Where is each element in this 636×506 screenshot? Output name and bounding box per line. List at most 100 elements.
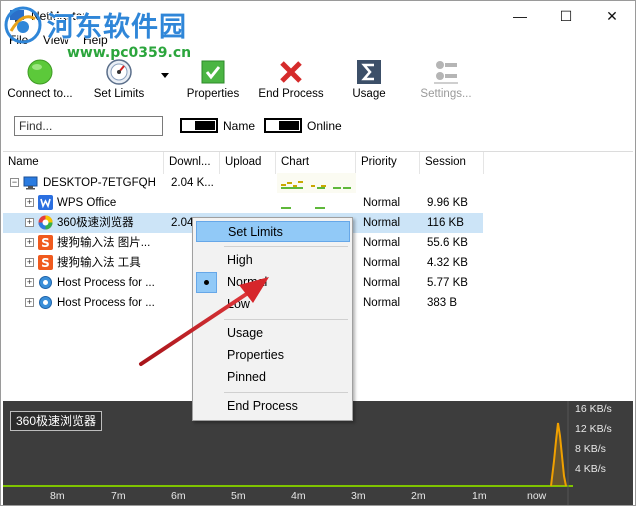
row-session: 55.6 KB — [427, 237, 468, 249]
maximize-button[interactable]: ☐ — [543, 1, 589, 31]
context-menu-separator — [224, 246, 348, 247]
expand-toggle[interactable]: + — [25, 298, 34, 307]
graph-x-tick: 3m — [351, 490, 366, 502]
row-download: 2.04 K... — [171, 177, 214, 189]
usage-button[interactable]: Usage — [349, 55, 389, 101]
graph-y-tick: 16 KB/s — [575, 403, 612, 415]
graph-x-tick: 6m — [171, 490, 186, 502]
expand-toggle[interactable]: + — [25, 218, 34, 227]
connect-icon — [27, 59, 53, 85]
row-session: 4.32 KB — [427, 257, 468, 269]
graph-x-tick: 8m — [50, 490, 65, 502]
gauge-icon — [106, 59, 132, 85]
set-limits-label: Set Limits — [93, 88, 145, 100]
app-window: NetMaster — ☐ ✕ File View Help 河东软件园 www… — [0, 0, 636, 506]
context-menu: Set Limits High Normal Low Usage Propert… — [192, 217, 353, 421]
settings-button[interactable]: Settings... — [417, 55, 475, 101]
expand-toggle[interactable]: + — [25, 258, 34, 267]
graph-x-tick: 1m — [472, 490, 487, 502]
graph-y-tick: 4 KB/s — [575, 463, 606, 475]
column-header-name[interactable]: Name — [3, 152, 164, 174]
red-x-icon — [280, 61, 302, 83]
gear-icon — [39, 276, 52, 289]
context-menu-properties[interactable]: Properties — [196, 345, 350, 366]
name-toggle-label: Name — [223, 119, 256, 133]
row-session: 9.96 KB — [427, 197, 468, 209]
minimize-button[interactable]: — — [497, 1, 543, 31]
context-menu-end-process[interactable]: End Process — [196, 396, 350, 417]
connect-button[interactable]: Connect to... — [6, 55, 74, 101]
column-header-priority[interactable]: Priority — [356, 152, 420, 174]
row-name: Host Process for ... — [57, 277, 155, 289]
svg-text:S: S — [41, 256, 50, 270]
row-priority: Normal — [363, 297, 401, 309]
wps-icon — [38, 195, 53, 210]
table-row[interactable]: + WPS Office Normal 9.96 KB — [3, 193, 483, 213]
column-header-session[interactable]: Session — [420, 152, 484, 174]
expand-toggle[interactable]: + — [25, 198, 34, 207]
computer-icon — [23, 176, 38, 190]
graph-x-tick: now — [527, 490, 547, 502]
row-session: 383 B — [427, 297, 458, 309]
graph-x-tick: 4m — [291, 490, 306, 502]
close-button[interactable]: ✕ — [589, 1, 635, 31]
row-session: 5.77 KB — [427, 277, 468, 289]
column-header-download[interactable]: Downl... — [164, 152, 220, 174]
expand-toggle[interactable]: + — [25, 238, 34, 247]
context-menu-priority-high[interactable]: High — [196, 250, 350, 271]
graph-y-tick: 12 KB/s — [575, 423, 612, 435]
row-session: 116 KB — [427, 217, 464, 229]
set-limits-button[interactable]: Set Limits — [91, 55, 147, 101]
context-menu-set-limits[interactable]: Set Limits — [196, 221, 350, 242]
usage-label: Usage — [352, 88, 386, 100]
row-priority: Normal — [363, 197, 401, 209]
browser-360-icon — [38, 215, 53, 230]
context-menu-priority-low[interactable]: Low — [196, 294, 350, 315]
checkmark-icon — [201, 60, 225, 84]
connect-label: Connect to... — [7, 88, 73, 100]
row-name: 搜狗输入法 图片... — [57, 237, 151, 249]
end-process-label: End Process — [258, 88, 324, 100]
toolbar: Connect to... Set Limits Properties End … — [1, 55, 635, 103]
column-header-upload[interactable]: Upload — [220, 152, 276, 174]
find-input[interactable] — [14, 116, 163, 136]
row-priority: Normal — [363, 257, 401, 269]
row-name: Host Process for ... — [57, 297, 155, 309]
graph-process-label: 360极速浏览器 — [10, 411, 103, 431]
context-menu-priority-normal[interactable]: Normal — [196, 272, 350, 293]
properties-button[interactable]: Properties — [185, 55, 241, 101]
row-download: 2.04 — [171, 217, 193, 229]
graph-y-tick: 8 KB/s — [575, 443, 606, 455]
settings-sliders-icon — [434, 61, 458, 84]
graph-x-tick: 2m — [411, 490, 426, 502]
svg-text:S: S — [41, 236, 50, 250]
filter-row: Name Online — [1, 109, 635, 143]
row-name: WPS Office — [57, 197, 117, 209]
sogou-icon: S — [38, 235, 53, 250]
row-name: 360极速浏览器 — [57, 217, 134, 229]
graph-x-tick: 7m — [111, 490, 126, 502]
watermark-logo-icon — [4, 6, 42, 44]
row-name: 搜狗输入法 工具 — [57, 257, 141, 269]
set-limits-dropdown-icon[interactable] — [161, 73, 169, 79]
row-priority: Normal — [363, 237, 401, 249]
graph-x-tick: 5m — [231, 490, 246, 502]
collapse-toggle[interactable]: − — [10, 178, 19, 187]
row-priority: Normal — [363, 277, 401, 289]
table-row[interactable]: − DESKTOP-7ETGFQH 2.04 K... — [3, 173, 483, 193]
online-toggle-label: Online — [307, 119, 342, 133]
gear-icon — [39, 296, 52, 309]
settings-label: Settings... — [420, 88, 472, 100]
context-menu-usage[interactable]: Usage — [196, 323, 350, 344]
context-menu-separator — [224, 319, 348, 320]
properties-label: Properties — [186, 88, 240, 100]
column-header-chart[interactable]: Chart — [276, 152, 356, 174]
expand-toggle[interactable]: + — [25, 278, 34, 287]
name-toggle[interactable] — [180, 118, 218, 133]
context-menu-pinned[interactable]: Pinned — [196, 367, 350, 388]
online-toggle[interactable] — [264, 118, 302, 133]
end-process-button[interactable]: End Process — [258, 55, 324, 101]
sigma-icon — [357, 60, 381, 84]
row-name: DESKTOP-7ETGFQH — [43, 177, 156, 189]
context-menu-separator — [224, 392, 348, 393]
